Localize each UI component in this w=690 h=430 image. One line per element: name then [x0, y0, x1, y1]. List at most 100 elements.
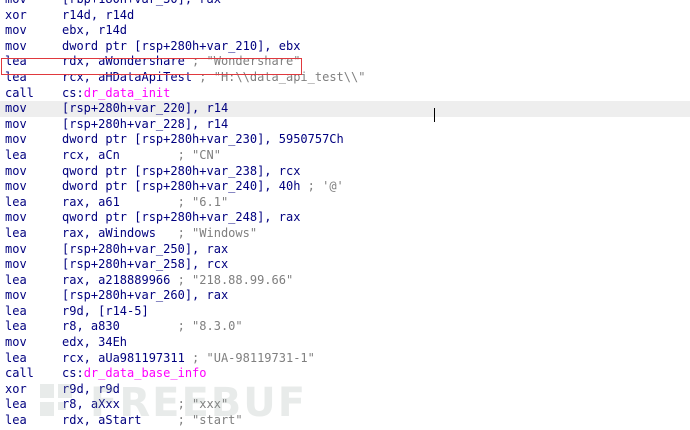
asm-operand-text: rdx, aStart	[62, 413, 178, 428]
asm-operand-text: r9d, r9d	[62, 381, 120, 396]
asm-operand-text: dword ptr [rsp+280h+var_240], 40h	[62, 179, 308, 194]
asm-operand-text: dword ptr [rsp+280h+var_230], 5950757Ch	[62, 132, 344, 147]
asm-operands: qword ptr [rsp+280h+var_238], rcx	[62, 164, 300, 180]
asm-mnemonic: mov	[5, 179, 27, 194]
asm-line[interactable]: mov dword ptr [rsp+280h+var_230], 5950757…	[0, 132, 690, 148]
asm-operands: rax, aWindows ; "Windows"	[62, 226, 257, 242]
asm-operands: cs:dr_data_base_info	[62, 366, 207, 382]
asm-comment: ; "8.3.0"	[177, 319, 243, 334]
asm-operand-text: cs:	[62, 85, 84, 100]
asm-operands: r8, aXxx ; "xxx"	[62, 397, 228, 413]
asm-operand-text: [rsp+280h+var_258], rcx	[62, 257, 229, 272]
asm-operand-text: cs:	[62, 366, 84, 381]
asm-mnemonic: lea	[5, 397, 27, 412]
asm-operands: [rbp+180h+var_30], rax	[62, 0, 221, 8]
asm-line[interactable]: mov qword ptr [rsp+280h+var_238], rcx	[0, 164, 690, 180]
asm-line[interactable]: mov dword ptr [rsp+280h+var_240], 40h ; '…	[0, 179, 690, 195]
asm-line[interactable]: mov ebx, r14d	[0, 23, 690, 39]
asm-operand-text: qword ptr [rsp+280h+var_248], rax	[62, 210, 301, 225]
function-ref[interactable]: dr_data_init	[84, 86, 171, 100]
asm-operands: dword ptr [rsp+280h+var_240], 40h ; '@'	[62, 179, 344, 195]
asm-operands: r9d, r9d	[62, 382, 120, 398]
asm-mnemonic: xor	[5, 7, 27, 22]
asm-line[interactable]: mov [rsp+280h+var_250], rax	[0, 242, 690, 258]
asm-mnemonic: mov	[5, 38, 27, 53]
asm-line[interactable]: lea rax, a218889966 ; "218.88.99.66"	[0, 273, 690, 289]
asm-line[interactable]: mov dword ptr [rsp+280h+var_210], ebx	[0, 39, 690, 55]
asm-mnemonic: call	[5, 366, 34, 381]
asm-line[interactable]: xor r9d, r9d	[0, 382, 690, 398]
asm-mnemonic: lea	[5, 413, 27, 428]
asm-mnemonic: mov	[5, 132, 27, 147]
asm-line[interactable]: lea rcx, aUa981197311 ; "UA-98119731-1"	[0, 351, 690, 367]
asm-operands: edx, 34Eh	[62, 335, 127, 351]
asm-mnemonic: mov	[5, 163, 27, 178]
asm-operand-text: rax, a218889966	[62, 272, 178, 287]
asm-operand-text: [rsp+280h+var_220], r14	[62, 101, 229, 116]
asm-mnemonic: mov	[5, 257, 27, 272]
asm-operands: rdx, aStart ; "start"	[62, 413, 243, 429]
asm-line[interactable]: mov [rsp+280h+var_228], r14	[0, 117, 690, 133]
asm-operands: [rsp+280h+var_228], r14	[62, 117, 228, 133]
asm-line[interactable]: xor r14d, r14d	[0, 8, 690, 24]
asm-operands: rax, a218889966 ; "218.88.99.66"	[62, 273, 293, 289]
asm-line[interactable]: mov qword ptr [rsp+280h+var_248], rax	[0, 210, 690, 226]
asm-mnemonic: mov	[5, 116, 27, 131]
asm-line[interactable]: lea rcx, aCn ; "CN"	[0, 148, 690, 164]
asm-line[interactable]: lea rax, a61 ; "6.1"	[0, 195, 690, 211]
asm-operand-text: rax, aWindows	[62, 225, 178, 240]
asm-operands: ebx, r14d	[62, 23, 127, 39]
asm-operands: dword ptr [rsp+280h+var_210], ebx	[62, 39, 300, 55]
asm-mnemonic: mov	[5, 335, 27, 350]
asm-line[interactable]: call cs:dr_data_init	[0, 86, 690, 102]
asm-operand-text: r14d, r14d	[62, 7, 135, 22]
asm-line[interactable]: mov [rsp+280h+var_260], rax	[0, 288, 690, 304]
asm-operand-text: rax, a61	[62, 194, 178, 209]
asm-operand-text: r9d, [r14-5]	[62, 303, 149, 318]
asm-mnemonic: mov	[5, 23, 27, 38]
asm-comment: ; '@'	[307, 179, 344, 194]
text-cursor	[434, 108, 435, 122]
asm-operand-text: dword ptr [rsp+280h+var_210], ebx	[62, 38, 301, 53]
asm-line[interactable]: call cs:dr_data_base_info	[0, 366, 690, 382]
asm-operand-text: ebx, r14d	[62, 23, 128, 38]
asm-line[interactable]: mov [rsp+280h+var_258], rcx	[0, 257, 690, 273]
asm-line[interactable]: mov edx, 34Eh	[0, 335, 690, 351]
asm-mnemonic: mov	[5, 210, 27, 225]
function-ref[interactable]: dr_data_base_info	[84, 366, 207, 380]
highlight-box	[1, 58, 302, 75]
asm-operands: rax, a61 ; "6.1"	[62, 195, 228, 211]
asm-mnemonic: call	[5, 85, 34, 100]
asm-operand-text: [rsp+280h+var_260], rax	[62, 288, 229, 303]
asm-operands: r14d, r14d	[62, 8, 134, 24]
asm-mnemonic: mov	[5, 0, 27, 8]
asm-operands: qword ptr [rsp+280h+var_248], rax	[62, 210, 300, 226]
asm-line[interactable]: lea r8, a830 ; "8.3.0"	[0, 319, 690, 335]
asm-line[interactable]: lea rdx, aStart ; "start"	[0, 413, 690, 429]
asm-line[interactable]: mov [rsp+280h+var_220], r14	[0, 101, 690, 117]
asm-mnemonic: mov	[5, 241, 27, 256]
asm-operand-text: [rsp+280h+var_250], rax	[62, 241, 229, 256]
asm-mnemonic: lea	[5, 194, 27, 209]
asm-comment: ; "UA-98119731-1"	[192, 350, 315, 365]
asm-mnemonic: lea	[5, 147, 27, 162]
asm-operand-text: rcx, aUa981197311	[62, 350, 193, 365]
asm-line[interactable]: lea rax, aWindows ; "Windows"	[0, 226, 690, 242]
asm-mnemonic: mov	[5, 101, 27, 116]
asm-operands: r8, a830 ; "8.3.0"	[62, 319, 243, 335]
asm-mnemonic: lea	[5, 303, 27, 318]
asm-comment: ; "xxx"	[177, 397, 229, 412]
asm-line[interactable]: lea r9d, [r14-5]	[0, 304, 690, 320]
asm-mnemonic: xor	[5, 381, 27, 396]
asm-operands: [rsp+280h+var_220], r14	[62, 101, 228, 117]
asm-operand-text: r8, aXxx	[62, 397, 178, 412]
asm-line[interactable]: lea r8, aXxx ; "xxx"	[0, 397, 690, 413]
asm-line[interactable]: mov [rbp+180h+var_30], rax	[0, 0, 690, 8]
asm-mnemonic: mov	[5, 288, 27, 303]
asm-mnemonic: lea	[5, 225, 27, 240]
asm-operands: [rsp+280h+var_250], rax	[62, 242, 228, 258]
asm-operands: dword ptr [rsp+280h+var_230], 5950757Ch	[62, 132, 344, 148]
asm-operands: rcx, aCn ; "CN"	[62, 148, 221, 164]
asm-operand-text: [rsp+280h+var_228], r14	[62, 116, 229, 131]
asm-operand-text: qword ptr [rsp+280h+var_238], rcx	[62, 163, 301, 178]
